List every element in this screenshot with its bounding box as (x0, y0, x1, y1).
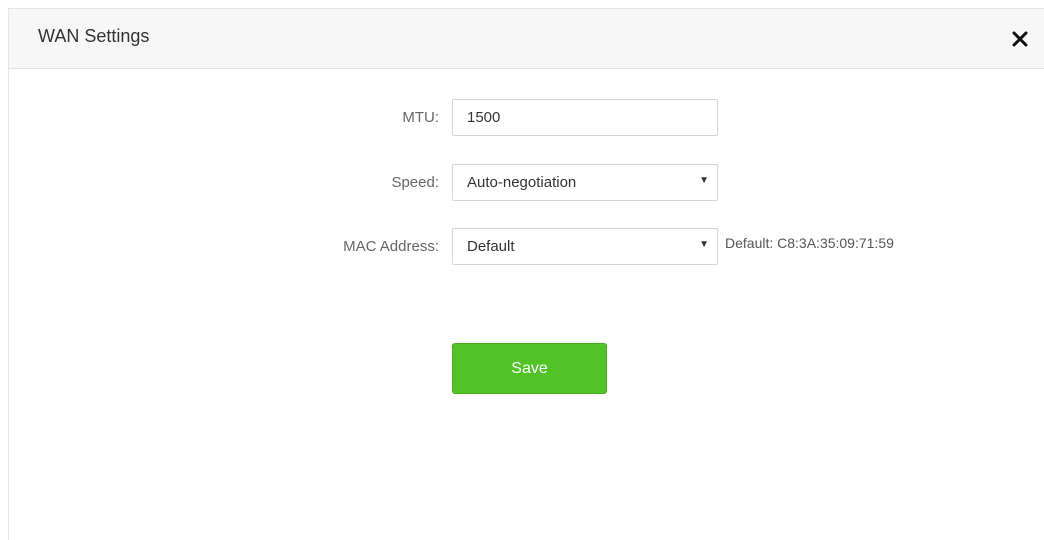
dialog-title: WAN Settings (38, 26, 150, 46)
chevron-down-icon: ▼ (699, 239, 709, 250)
mtu-label: MTU: (402, 109, 439, 126)
chevron-down-icon: ▼ (699, 175, 709, 186)
mtu-input-value: 1500 (467, 109, 501, 126)
mac-address-label: MAC Address: (343, 238, 439, 255)
speed-select-value: Auto-negotiation (467, 174, 577, 191)
speed-select[interactable]: Auto-negotiation ▼ (452, 164, 718, 201)
wan-settings-dialog: WAN Settings MTU: 1500 Speed: Auto-negot… (8, 8, 1044, 540)
mtu-input[interactable]: 1500 (452, 99, 718, 136)
speed-label: Speed: (391, 174, 439, 191)
default-mac-hint: Default: C8:3A:35:09:71:59 (725, 235, 894, 251)
dialog-header: WAN Settings (9, 9, 1044, 69)
mac-address-select-value: Default (467, 238, 515, 255)
save-button[interactable]: Save (452, 343, 607, 394)
close-icon[interactable] (1010, 29, 1030, 49)
close-icon-glyph (1012, 31, 1028, 47)
mac-address-select[interactable]: Default ▼ (452, 228, 718, 265)
